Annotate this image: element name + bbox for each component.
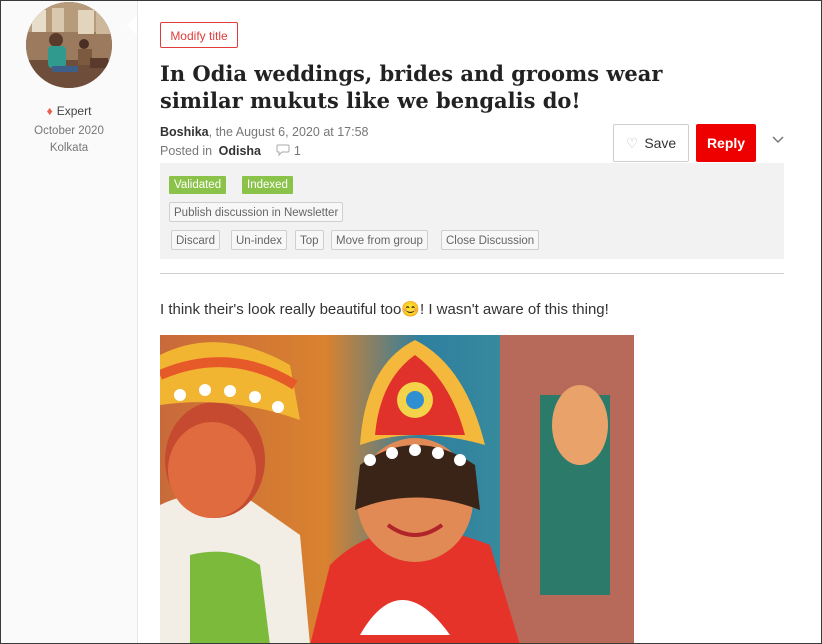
chevron-down-icon[interactable] (771, 132, 785, 146)
move-from-group-button[interactable]: Move from group (331, 230, 428, 250)
discussion-window: ♦ Expert October 2020 Kolkata Modify titl… (0, 0, 822, 644)
close-discussion-button[interactable]: Close Discussion (441, 230, 540, 250)
avatar[interactable] (26, 2, 112, 88)
comment-count[interactable]: 1 (294, 144, 301, 158)
discard-button[interactable]: Discard (171, 230, 220, 250)
join-date: October 2020 (34, 125, 104, 137)
post-category-line: Posted in Odisha 1 (160, 144, 301, 158)
status-badge-validated: Validated (169, 176, 227, 194)
page-title: In Odia weddings, brides and grooms wear… (160, 61, 663, 113)
status-badge-indexed: Indexed (242, 176, 293, 194)
category-link[interactable]: Odisha (219, 144, 261, 158)
gem-icon: ♦ (46, 104, 53, 118)
body-text-part1: I think their's look really beautiful to… (160, 301, 402, 318)
speech-bubble-icon (276, 144, 293, 158)
unindex-button[interactable]: Un-index (231, 230, 288, 250)
badge-label: Expert (56, 104, 92, 118)
post-meta: Boshika, the August 6, 2020 at 17:58 (160, 125, 369, 139)
post-image[interactable] (160, 335, 634, 643)
smiley-emoji: 😊 (401, 301, 421, 318)
reply-button[interactable]: Reply (696, 124, 756, 162)
posted-in-label: Posted in (160, 144, 213, 158)
moderation-panel: Validated Indexed Publish discussion in … (160, 163, 784, 259)
post-date: , the August 6, 2020 at 17:58 (208, 125, 369, 139)
post-body: I think their's look really beautiful to… (160, 300, 609, 318)
body-text-part2: ! I wasn't aware of this thing! (420, 301, 609, 318)
user-badge: ♦ Expert (1, 104, 137, 118)
top-button[interactable]: Top (295, 230, 324, 250)
author-link[interactable]: Boshika (160, 125, 209, 139)
author-sidebar: ♦ Expert October 2020 Kolkata (1, 1, 137, 643)
modify-title-button[interactable]: Modify title (160, 22, 238, 48)
user-location: Kolkata (49, 142, 89, 154)
bubble-notch (127, 15, 137, 35)
divider (160, 273, 784, 274)
publish-newsletter-button[interactable]: Publish discussion in Newsletter (169, 202, 344, 222)
save-button[interactable]: ♡ Save (613, 124, 689, 162)
post-main: Modify title In Odia weddings, brides an… (138, 1, 821, 643)
save-label: Save (644, 135, 677, 151)
heart-icon: ♡ (625, 135, 639, 151)
